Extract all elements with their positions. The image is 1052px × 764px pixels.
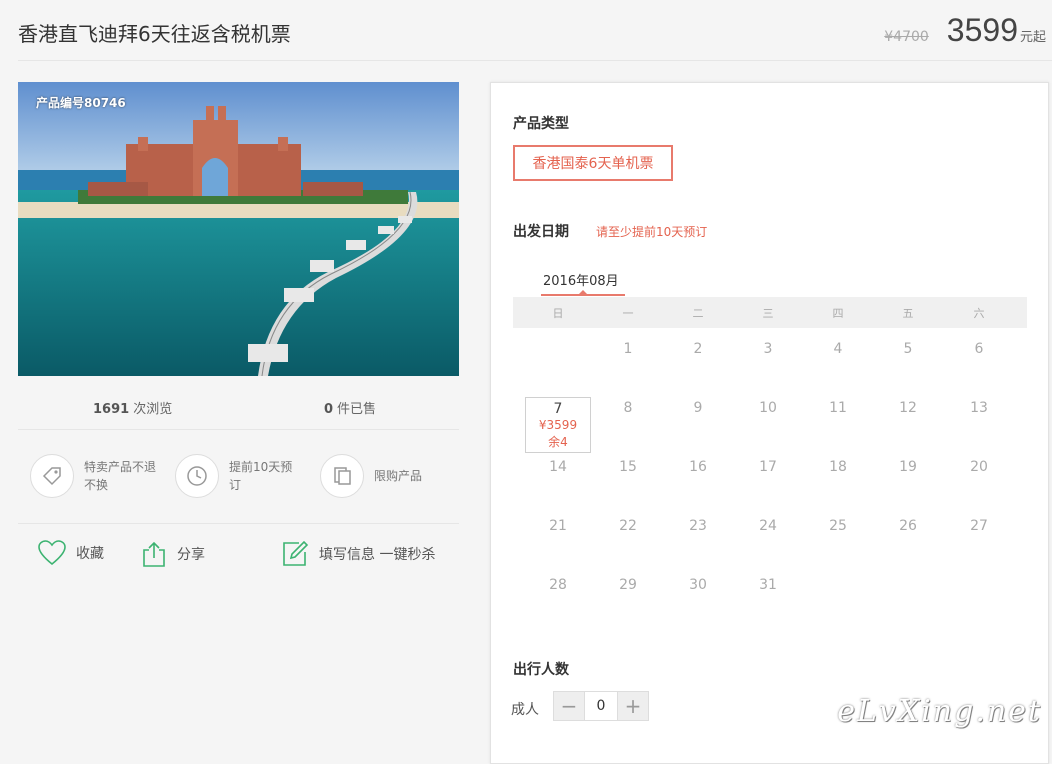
weekday-0: 日 xyxy=(552,307,564,320)
calendar-day: 17 xyxy=(759,459,777,475)
view-count: 1691 xyxy=(93,402,130,417)
calendar-day: 11 xyxy=(829,400,847,416)
calendar-day: 18 xyxy=(829,459,847,475)
original-price: ¥4700 xyxy=(884,29,929,45)
share-button[interactable]: 分享 xyxy=(141,540,205,568)
watermark: eLvXing.net xyxy=(837,694,1042,729)
edit-icon xyxy=(283,540,309,566)
feature-text: 限购产品 xyxy=(374,469,423,483)
price-box: ¥4700 3599 元起 xyxy=(884,12,1046,49)
month-indicator-arrow xyxy=(579,290,587,294)
calendar-day-available[interactable]: 7 ¥3599 余4 xyxy=(525,397,591,453)
weekday-3: 三 xyxy=(762,307,774,320)
calendar-day: 23 xyxy=(689,518,707,534)
calendar-day: 19 xyxy=(899,459,917,475)
calendar-day: 3 xyxy=(763,341,773,357)
product-type-label: 产品类型 xyxy=(513,116,569,132)
header-divider xyxy=(18,60,1052,61)
weekday-1: 一 xyxy=(622,307,634,320)
product-number: 产品编号80746 xyxy=(36,96,126,110)
feature-advance-booking: 提前10天预订 xyxy=(175,454,301,498)
calendar-day: 2 xyxy=(693,341,703,357)
atlantis-hotel-image xyxy=(18,82,459,376)
adult-label: 成人 xyxy=(511,702,539,718)
weekday-4: 四 xyxy=(832,307,844,320)
calendar-day: 30 xyxy=(689,577,707,593)
fill-info-button[interactable]: 填写信息 一键秒杀 xyxy=(281,540,435,568)
travelers-label: 出行人数 xyxy=(513,662,569,678)
share-label: 分享 xyxy=(177,547,205,563)
stats-divider xyxy=(18,429,459,430)
share-icon xyxy=(143,541,165,567)
weekday-5: 五 xyxy=(902,307,914,320)
calendar-day: 12 xyxy=(899,400,917,416)
product-header: 香港直飞迪拜6天往返含税机票 ¥4700 3599 元起 xyxy=(0,0,1052,62)
features-divider xyxy=(18,523,459,524)
weekday-header: 日一二三四五六 xyxy=(513,297,1027,328)
product-actions: 收藏 分享 填写信息 一键秒杀 xyxy=(18,540,459,580)
current-price: 3599 xyxy=(946,12,1018,48)
sold-label: 件已售 xyxy=(337,402,377,417)
sold-stat: 0 件已售 xyxy=(324,398,376,417)
calendar-month-tab[interactable]: 2016年08月 xyxy=(543,270,619,289)
increment-button[interactable]: + xyxy=(618,692,648,720)
feature-no-refund: 特卖产品不退不换 xyxy=(30,454,156,498)
feature-limited-purchase: 限购产品 xyxy=(320,454,446,498)
calendar-day: 21 xyxy=(549,518,567,534)
calendar-day: 16 xyxy=(689,459,707,475)
calendar-day: 26 xyxy=(899,518,917,534)
calendar-day: 4 xyxy=(833,341,843,357)
feature-text: 提前10天预订 xyxy=(229,460,293,492)
weekday-2: 二 xyxy=(692,307,704,320)
favorite-button[interactable]: 收藏 xyxy=(38,540,104,566)
product-title: 香港直飞迪拜6天往返含税机票 xyxy=(18,22,291,46)
calendar-day: 5 xyxy=(903,341,913,357)
product-type-option[interactable]: 香港国泰6天单机票 xyxy=(513,145,673,181)
calendar-day: 10 xyxy=(759,400,777,416)
calendar-day: 20 xyxy=(970,459,988,475)
available-day-price: ¥3599 xyxy=(538,418,578,432)
tag-icon xyxy=(30,454,74,498)
calendar-day: 15 xyxy=(619,459,637,475)
adult-count[interactable]: 0 xyxy=(584,692,618,720)
available-day-remaining: 余4 xyxy=(548,435,568,449)
feature-text: 特卖产品不退不换 xyxy=(84,460,157,492)
calendar-day: 9 xyxy=(693,400,703,416)
product-features: 特卖产品不退不换 提前10天预订 限购产品 xyxy=(18,448,459,508)
weekday-6: 六 xyxy=(973,307,985,320)
calendar-day: 31 xyxy=(759,577,777,593)
calendar-day: 28 xyxy=(549,577,567,593)
calendar-day: 25 xyxy=(829,518,847,534)
view-stat: 1691 次浏览 xyxy=(93,398,172,417)
month-underline xyxy=(541,294,625,296)
clock-icon xyxy=(175,454,219,498)
product-photo: 产品编号80746 xyxy=(18,82,459,376)
calendar-day: 24 xyxy=(759,518,777,534)
fill-info-label: 填写信息 一键秒杀 xyxy=(319,547,436,563)
product-stats: 1691 次浏览 0 件已售 xyxy=(18,392,459,420)
calendar-day: 8 xyxy=(623,400,633,416)
copy-icon xyxy=(320,454,364,498)
booking-panel: 产品类型 香港国泰6天单机票 出发日期 请至少提前10天预订 2016年08月 … xyxy=(490,82,1049,764)
adult-quantity-stepper: − 0 + xyxy=(553,691,649,721)
view-label: 次浏览 xyxy=(133,402,173,417)
favorite-label: 收藏 xyxy=(76,546,104,562)
heart-icon xyxy=(38,540,66,566)
calendar-day: 13 xyxy=(970,400,988,416)
departure-date-label: 出发日期 xyxy=(513,224,569,240)
decrement-button[interactable]: − xyxy=(554,692,584,720)
calendar-day: 1 xyxy=(623,341,633,357)
calendar-day: 6 xyxy=(974,341,984,357)
price-unit: 元起 xyxy=(1019,30,1046,45)
departure-note: 请至少提前10天预订 xyxy=(596,225,708,239)
calendar-day: 29 xyxy=(619,577,637,593)
calendar-day: 22 xyxy=(619,518,637,534)
calendar-day: 27 xyxy=(970,518,988,534)
sold-count: 0 xyxy=(324,402,334,417)
available-day-number: 7 xyxy=(553,401,563,417)
calendar-day: 14 xyxy=(549,459,567,475)
